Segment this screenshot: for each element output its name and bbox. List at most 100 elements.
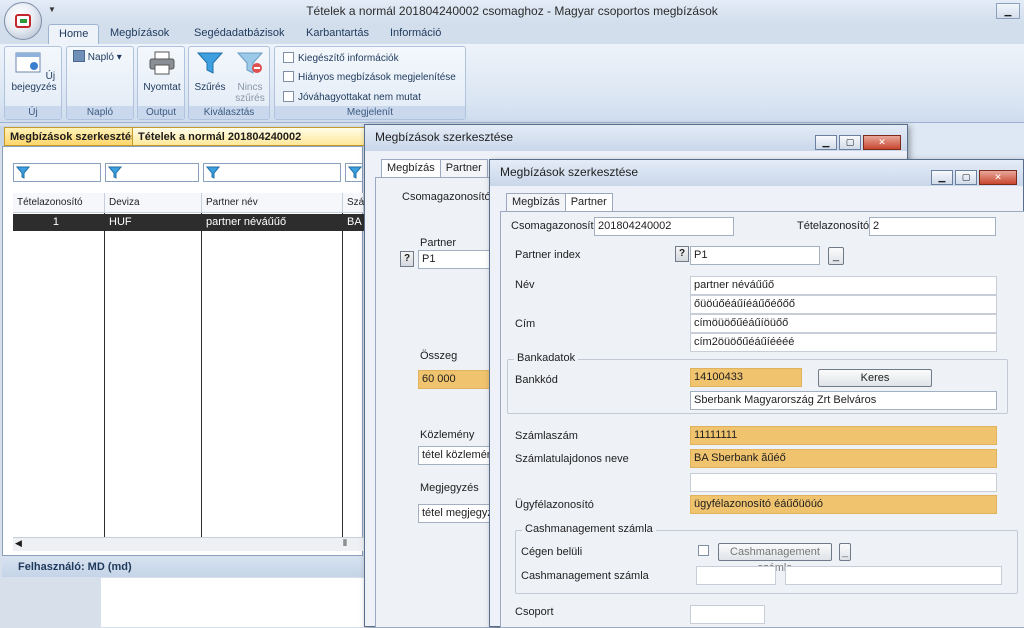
- partner-index-field[interactable]: P1: [690, 246, 820, 265]
- filter-icon: [108, 166, 122, 179]
- tab-partner[interactable]: Partner: [439, 159, 488, 177]
- bankadatok-legend: Bankadatok: [514, 352, 579, 364]
- background-area: [101, 578, 366, 627]
- szamlatulajdonos-extra-field[interactable]: [690, 473, 997, 492]
- maximize-icon[interactable]: ▢: [839, 135, 861, 150]
- option-jovahagyottak[interactable]: Jóváhagyottakat nem mutat: [283, 91, 421, 103]
- ribbon-group-uj: Új bejegyzés Új: [4, 46, 62, 120]
- doc-tab-tetelek[interactable]: Tételek a normál 201804240002 csomaghoz …: [132, 127, 365, 161]
- tab-informacio[interactable]: Információ: [380, 24, 451, 44]
- doc-tab-megbizasok[interactable]: Megbízások szerkesztése: [4, 127, 150, 146]
- close-icon[interactable]: ✕: [979, 170, 1017, 185]
- column-header-szamla[interactable]: Szá: [343, 193, 364, 213]
- tab-home[interactable]: Home: [48, 24, 100, 44]
- log-icon: [73, 50, 85, 62]
- application-menu-button[interactable]: [4, 2, 42, 40]
- table-row[interactable]: 1 HUF partner néváűűő BA: [13, 214, 364, 231]
- filter-icon: [206, 166, 220, 179]
- tab-partner[interactable]: Partner: [564, 193, 613, 211]
- partner-field[interactable]: P1: [418, 250, 498, 269]
- cegen-belul-checkbox[interactable]: [698, 545, 709, 556]
- bank-name-field[interactable]: Sberbank Magyarország Zrt Belváros: [690, 391, 997, 410]
- window-controls: ▁: [995, 3, 1020, 19]
- funnel-icon: [196, 52, 224, 74]
- checkbox[interactable]: [283, 71, 294, 82]
- minimize-icon[interactable]: ▁: [996, 3, 1020, 19]
- filter-tetelazonosito[interactable]: [13, 163, 101, 182]
- minimize-icon[interactable]: ▁: [815, 135, 837, 150]
- cashmanagement-legend: Cashmanagement számla: [522, 523, 656, 535]
- szamlaszam-field[interactable]: 11111111: [690, 426, 997, 445]
- partner-lookup-button[interactable]: ?: [675, 246, 689, 262]
- megjegyzes-field[interactable]: tétel megjegyzés: [418, 504, 498, 523]
- filter-deviza[interactable]: [105, 163, 199, 182]
- tab-megbizas[interactable]: Megbízás: [381, 159, 441, 177]
- cash-szamla-field-1[interactable]: [696, 566, 776, 585]
- status-user: Felhasználó: MD (md): [18, 561, 132, 573]
- option-kiegeszito[interactable]: Kiegészítő információk: [283, 52, 399, 64]
- column-header-tetelazonosito[interactable]: Tételazonosító: [13, 193, 105, 213]
- osszeg-field[interactable]: 60 000: [418, 370, 498, 389]
- quick-access-dropdown-icon[interactable]: ▼: [48, 5, 56, 14]
- csomagazonosito-field[interactable]: 201804240002: [594, 217, 734, 236]
- cash-browse-button[interactable]: _: [839, 543, 851, 561]
- filter-partner-nev[interactable]: [203, 163, 341, 182]
- tab-karbantartas[interactable]: Karbantartás: [296, 24, 379, 44]
- status-bar: Felhasználó: MD (md): [2, 557, 363, 577]
- checkbox[interactable]: [283, 52, 294, 63]
- csoport-field[interactable]: [690, 605, 765, 624]
- label-cashmanagement-szamla: Cashmanagement számla: [521, 570, 649, 582]
- funnel-clear-icon: [236, 52, 264, 74]
- print-button[interactable]: Nyomtat: [139, 50, 185, 93]
- cim-field-1[interactable]: címöüöőűéáűíöüőő: [690, 314, 997, 333]
- tetelazonosito-field[interactable]: 2: [869, 217, 996, 236]
- tab-segedadatbazisok[interactable]: Segédadatbázisok: [184, 24, 295, 44]
- filter-szamla[interactable]: [345, 163, 363, 182]
- nev-field-1[interactable]: partner néváűűő: [690, 276, 997, 295]
- ribbon-tab-bar: Home Megbízások Segédadatbázisok Karbant…: [0, 24, 1024, 44]
- naplo-button[interactable]: Napló ▾: [73, 50, 131, 63]
- group-title-output: Output: [138, 106, 184, 119]
- partner-browse-button[interactable]: _: [828, 247, 844, 265]
- window-title: Tételek a normál 201804240002 csomaghoz …: [306, 4, 718, 18]
- new-entry-button[interactable]: Új bejegyzés: [9, 50, 59, 93]
- tab-megbizas[interactable]: Megbízás: [506, 193, 566, 211]
- scroll-grip-icon[interactable]: ⦀: [343, 538, 347, 549]
- minimize-icon[interactable]: ▁: [931, 170, 953, 185]
- ugyfelazonosito-field[interactable]: ügyfélazonosító éáűőüöúó: [690, 495, 997, 514]
- label-cim: Cím: [515, 318, 536, 330]
- partner-lookup-button[interactable]: ?: [400, 251, 414, 267]
- filter-icon: [348, 166, 362, 179]
- nev-field-2[interactable]: őüöúőéáűíéáűőéőőő: [690, 295, 997, 314]
- kozlemeny-field[interactable]: tétel közlemény: [418, 446, 498, 465]
- ribbon-group-kivalasztas: Szűrés Nincs szűrés Kiválasztás: [188, 46, 270, 120]
- dialog-title-bar: Megbízások szerkesztése ▁ ▢ ✕: [365, 125, 907, 151]
- cashmanagement-button[interactable]: Cashmanagement számla: [718, 543, 832, 574]
- szamlatulajdonos-field[interactable]: BA Sberbank ăűéő: [690, 449, 997, 468]
- column-header-deviza[interactable]: Deviza: [105, 193, 202, 213]
- group-title-kivalasztas: Kiválasztás: [189, 106, 269, 119]
- option-hianyos[interactable]: Hiányos megbízások megjelenítése: [283, 71, 456, 83]
- cim-field-2[interactable]: cím2öüöőűéáűíéééé: [690, 333, 997, 352]
- checkbox[interactable]: [283, 91, 294, 102]
- tab-megbizasok[interactable]: Megbízások: [100, 24, 179, 44]
- window-title-bar: Tételek a normál 201804240002 csomaghoz …: [0, 0, 1024, 24]
- cash-szamla-field-2[interactable]: [785, 566, 1002, 585]
- label-osszeg: Összeg: [420, 350, 458, 362]
- clear-filter-button[interactable]: Nincs szűrés: [231, 50, 269, 104]
- filter-button[interactable]: Szűrés: [191, 50, 229, 93]
- column-header-partner-nev[interactable]: Partner név: [202, 193, 343, 213]
- label-csomagazonosito: Csomagazonosító: [511, 220, 600, 232]
- bankkod-field[interactable]: 14100433: [690, 368, 802, 387]
- group-title-naplo: Napló: [67, 106, 133, 119]
- keres-button[interactable]: Keres: [818, 369, 932, 387]
- horizontal-scrollbar[interactable]: ◀ ⦀: [13, 537, 364, 551]
- filter-icon: [16, 166, 30, 179]
- scroll-left-icon[interactable]: ◀: [15, 538, 22, 549]
- dialog-front-panel: Csomagazonosító 201804240002 Tételazonos…: [500, 211, 1024, 628]
- close-icon[interactable]: ✕: [863, 135, 901, 150]
- maximize-icon[interactable]: ▢: [955, 170, 977, 185]
- group-title-uj: Új: [5, 106, 61, 119]
- dialog-title: Megbízások szerkesztése: [375, 130, 514, 144]
- label-kozlemeny: Közlemény: [420, 429, 475, 441]
